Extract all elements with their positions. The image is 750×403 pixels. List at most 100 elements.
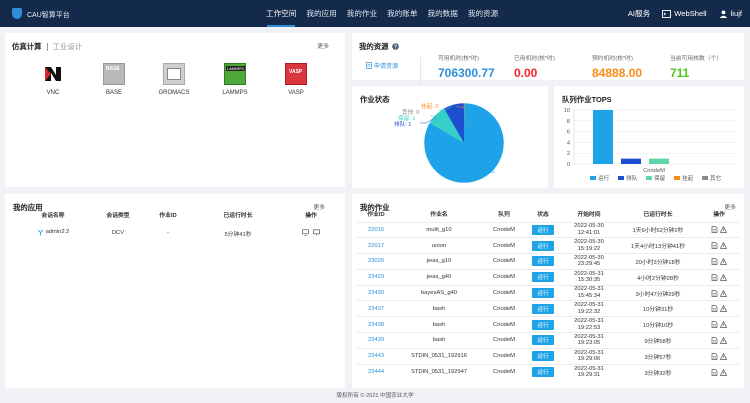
job-queue: CnodeM [482,284,526,301]
job-start-time: 2022-05-30 15:19:22 [560,237,618,254]
warning-icon[interactable] [720,336,727,344]
file-icon[interactable] [711,258,718,265]
queue-bar-chart: 10 8 6 4 2 0 CnodeM 运行 排队 保留 挂起 其它 [564,108,736,182]
tab-divider [46,42,48,51]
job-id[interactable]: 22015 [356,221,396,238]
job-id[interactable]: 23429 [356,268,396,286]
user-menu[interactable]: liujf [719,9,742,18]
stat-label: 可用机时(核*时) [438,56,479,62]
job-start-time: 2022-05-31 19:29:06 [560,347,618,365]
webshell-link[interactable]: WebShell [662,9,707,18]
job-elapsed: 3分钟32秒 [618,363,698,380]
stat-value: 711 [670,66,690,80]
warning-icon[interactable] [720,321,727,328]
app-vasp[interactable]: VASP VASP [276,63,316,96]
file-icon[interactable] [711,321,718,329]
warning-icon[interactable] [720,289,727,297]
app-vnc[interactable]: VNC [33,63,73,96]
session-name[interactable]: admin2:2 [46,229,70,235]
job-start-time: 2022-05-31 15:45:34 [560,284,618,301]
simulation-more-link[interactable]: 更多 [317,41,329,50]
col-elapsed: 已运行时长 [223,212,253,219]
job-id[interactable]: 23439 [356,332,396,349]
file-icon[interactable] [711,289,718,297]
tab-simulation[interactable]: 仿真计算 [12,41,42,52]
warning-icon[interactable] [720,226,727,234]
app-gromacs[interactable]: GROMACS [154,63,194,96]
job-id[interactable]: 23437 [356,300,396,317]
ai-service-link[interactable]: AI服务 [628,8,650,19]
stat-available-hours: 可用机时(核*时) 706300.77 [438,53,495,80]
legend-swatch [674,176,680,180]
job-status-pie-chart [420,102,505,184]
job-id[interactable]: 23026 [356,253,396,270]
job-id[interactable]: 23438 [356,316,396,333]
bar-2 [649,158,669,164]
webshell-label: WebShell [674,9,707,18]
job-name: bash [396,300,482,317]
legend-swatch [618,176,624,180]
base-icon-text: BASE [106,66,120,72]
brand-logo-icon [12,8,22,19]
status-badge: 运行 [532,272,554,283]
job-queue: CnodeM [482,300,526,317]
lammps-icon: LAMMPS [224,63,246,85]
warning-icon[interactable] [720,305,727,313]
apply-resource-link[interactable]: 申请资源 [366,61,398,70]
job-id[interactable]: 23444 [356,363,396,380]
file-icon[interactable] [711,352,718,360]
help-icon[interactable]: ? [391,43,399,50]
ai-service-label: AI服务 [627,9,651,18]
job-id[interactable]: 23443 [356,347,396,365]
nav-my-jobs[interactable]: 我的作业 [347,0,377,27]
tab-industrial-design[interactable]: 工业设计 [53,41,83,52]
job-elapsed: 1天6小时52分钟2秒 [618,221,698,238]
monitor-icon[interactable] [302,229,310,237]
app-lammps[interactable]: LAMMPS LAMMPS [215,63,255,96]
brand-name: CAU智算平台 [27,12,70,19]
table-row: 23437 bash CnodeM 运行 2022-05-31 19:22:32 10分钟… [356,300,740,317]
nav-my-data[interactable]: 我的数据 [428,0,458,27]
warning-icon[interactable] [720,273,727,281]
job-status-panel: 作业状态 挂起: 0 其他: 0 保留: 1 排队: 1 运行: 10 [352,86,548,188]
nav-my-bills[interactable]: 我的账单 [387,0,417,27]
status-badge: 运行 [532,288,554,299]
app-label: VNC [46,90,60,96]
gromacs-icon [163,63,185,85]
warning-icon[interactable] [720,242,727,249]
app-label: GROMACS [158,90,190,96]
col-session-type: 会话类型 [106,212,130,219]
my-jobs-table: 作业ID 作业名 队列 状态 开始时间 已运行时长 操作 22015 multi_… [356,206,740,380]
table-row: 23438 bash CnodeM 运行 2022-05-31 19:22:53 10分钟… [356,316,740,333]
warning-icon[interactable] [720,368,727,376]
table-row: 23439 bash CnodeM 运行 2022-05-31 19:23:05 9分钟5… [356,332,740,349]
file-icon[interactable] [711,242,718,250]
job-id[interactable]: 22017 [356,237,396,254]
bar-1 [621,158,641,164]
job-id[interactable]: 23430 [356,284,396,301]
app-label: LAMMPS [222,90,248,96]
app-base[interactable]: BASE BASE [94,63,134,96]
job-name: jwas_g40 [396,268,482,286]
nav-my-resources[interactable]: 我的资源 [468,0,498,27]
nav-workspace[interactable]: 工作空间 [266,0,296,27]
file-icon[interactable] [711,368,718,376]
status-badge: 运行 [532,335,554,346]
file-icon[interactable] [711,273,718,281]
table-row: 23430 bayesAS_g40 CnodeM 运行 2022-05-31 15:45… [356,284,740,301]
job-elapsed: 10分钟10秒 [618,316,698,333]
display-icon[interactable] [312,229,320,236]
job-start-time: 2022-05-31 15:30:35 [560,268,618,286]
y-tick-label: 2 [567,151,570,157]
file-icon[interactable] [711,305,718,313]
warning-icon[interactable] [720,352,727,360]
y-tick-label: 4 [567,140,570,146]
file-icon[interactable] [711,337,718,344]
file-icon[interactable] [711,226,718,234]
username: liujf [730,9,742,18]
nav-my-apps[interactable]: 我的应用 [306,0,336,27]
warning-icon[interactable] [720,257,727,265]
job-start-time: 2022-05-31 19:23:05 [560,332,618,349]
col-status: 状态 [537,212,549,219]
job-name: bayesAS_g40 [396,284,482,301]
